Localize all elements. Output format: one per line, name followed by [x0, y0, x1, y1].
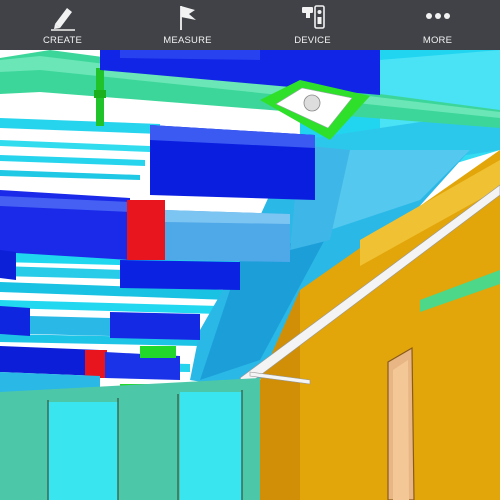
measure-button[interactable]: MEASURE	[125, 0, 250, 50]
more-label: MORE	[422, 35, 453, 46]
measure-label: MEASURE	[163, 35, 212, 46]
more-dots-icon	[425, 13, 450, 19]
flag-icon	[179, 6, 196, 30]
create-label: CREATE	[42, 35, 83, 46]
top-toolbar: CREATE MEASURE DEVICE MORE	[0, 0, 500, 50]
more-button[interactable]: MORE	[375, 0, 500, 50]
center-blue-duct	[150, 125, 315, 200]
create-button[interactable]: CREATE	[0, 0, 125, 50]
model-viewport[interactable]	[0, 0, 500, 500]
glass-partition	[0, 378, 260, 500]
device-label: DEVICE	[294, 35, 331, 46]
pencil-icon	[50, 8, 75, 31]
door	[387, 346, 415, 500]
device-icon	[301, 5, 325, 29]
device-button[interactable]: DEVICE	[250, 0, 375, 50]
